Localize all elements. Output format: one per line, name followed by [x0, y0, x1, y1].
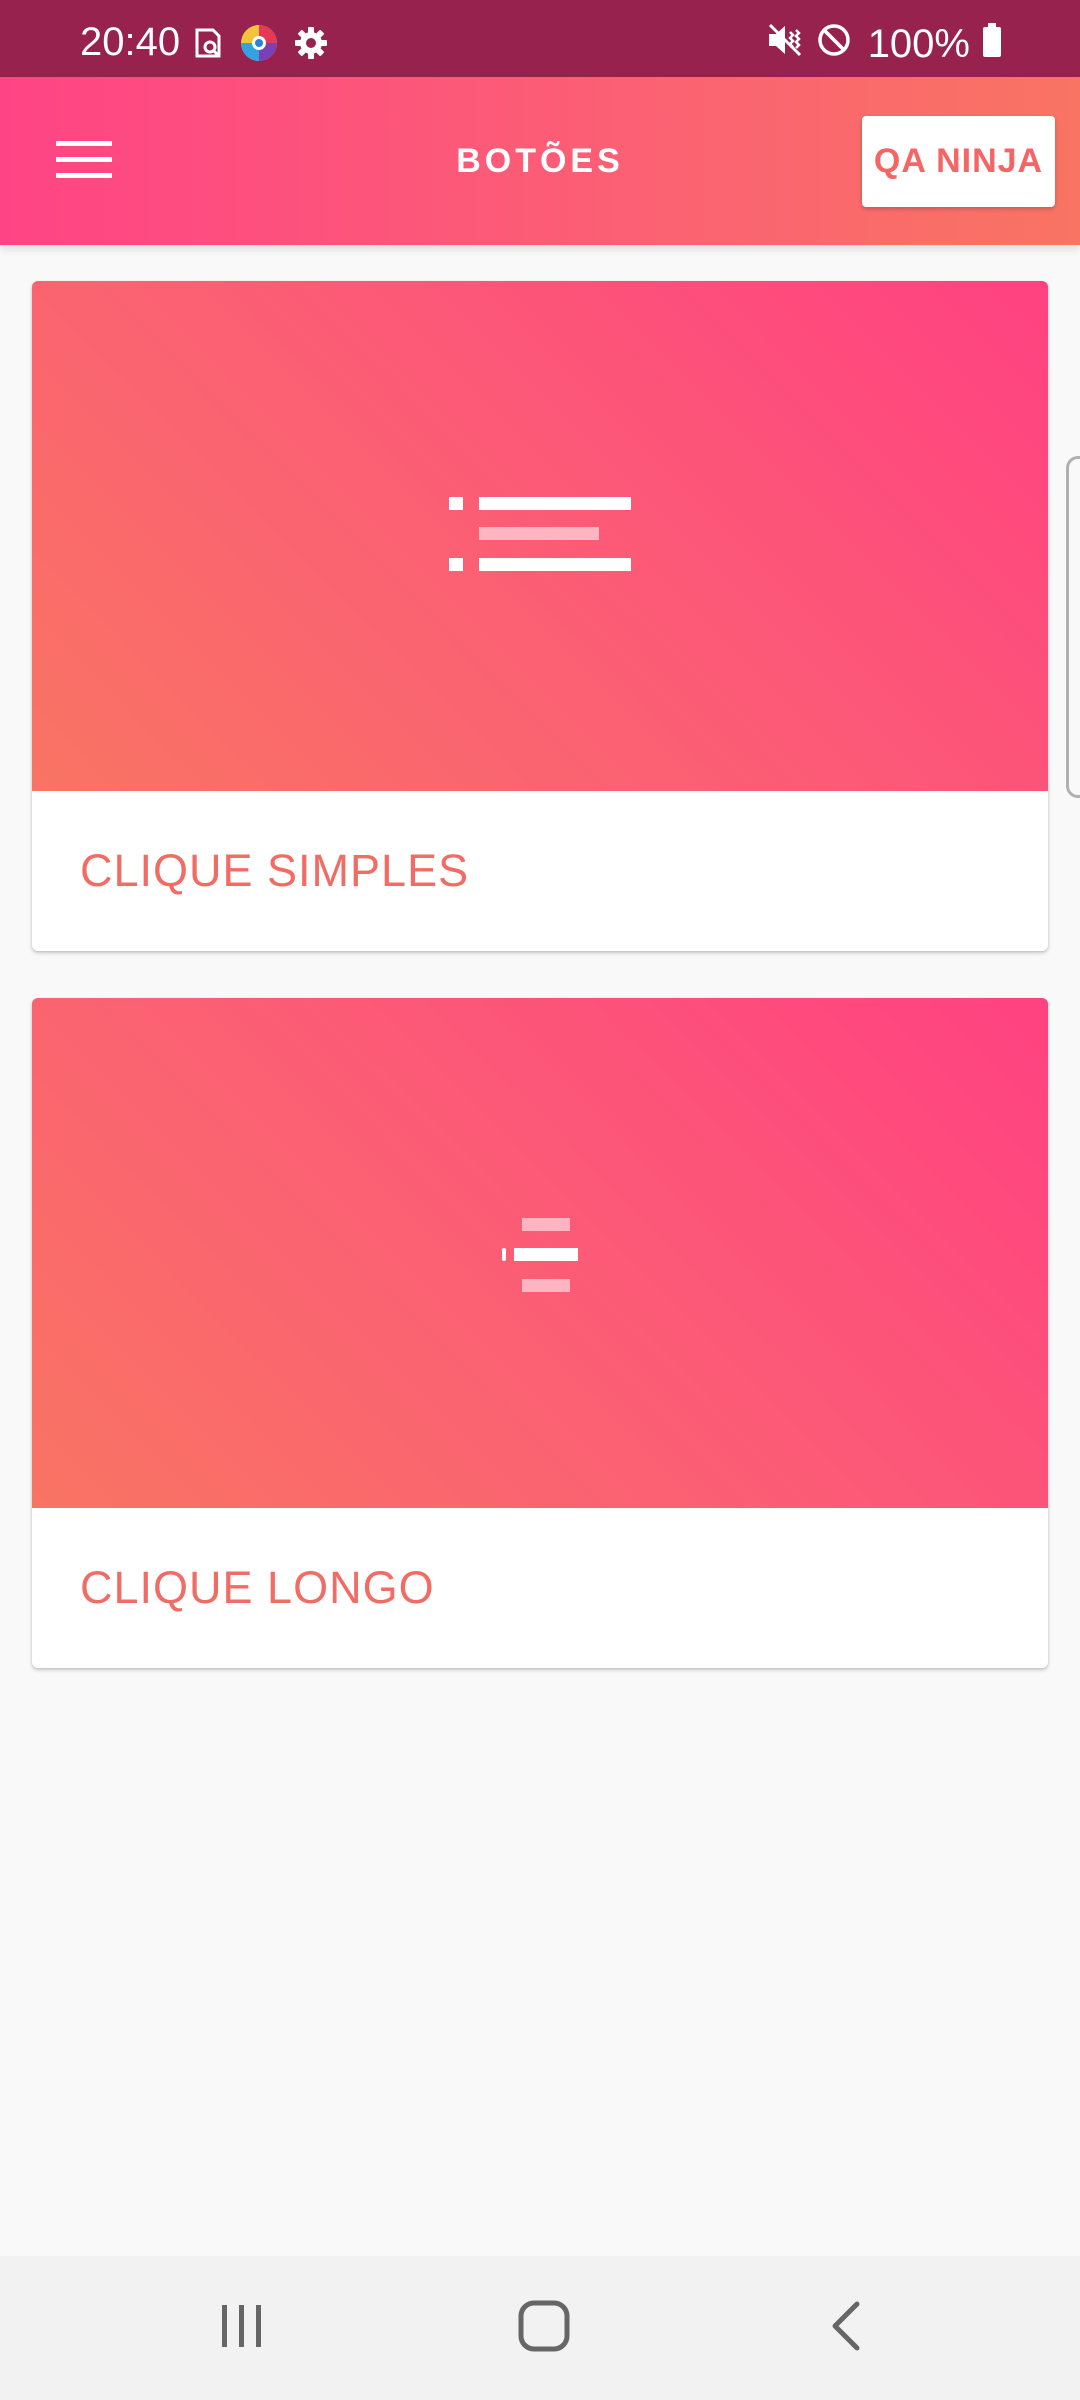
list-placeholder-icon: [502, 1218, 582, 1299]
browser-app-icon: [240, 24, 278, 67]
card-clique-simples[interactable]: CLIQUE SIMPLES: [32, 281, 1048, 951]
card-clique-longo[interactable]: CLIQUE LONGO: [32, 998, 1048, 1668]
card-label: CLIQUE LONGO: [80, 1562, 435, 1613]
status-system-icons: 100%: [766, 22, 1002, 65]
recent-apps-button[interactable]: [182, 2280, 302, 2376]
status-time: 20:40: [80, 20, 181, 64]
card-label: CLIQUE SIMPLES: [80, 845, 470, 896]
app-bar: BOTÕES QA NINJA: [0, 77, 1080, 245]
back-button[interactable]: [786, 2280, 906, 2376]
battery-icon: [982, 22, 1002, 65]
do-not-disturb-icon: [816, 22, 852, 65]
card-media: [32, 281, 1048, 791]
settings-gear-icon: [294, 26, 328, 65]
card-media: [32, 998, 1048, 1508]
home-button[interactable]: [484, 2280, 604, 2376]
battery-percent: 100%: [867, 21, 970, 66]
edge-panel-handle[interactable]: [1066, 456, 1080, 798]
list-placeholder-icon: [449, 497, 631, 578]
back-icon: [829, 2300, 863, 2357]
screen: 20:40 100% BOTÕES QA NINJA CLIQUE SIMPLE…: [0, 0, 1080, 2400]
recent-apps-icon: [219, 2303, 265, 2354]
menu-button[interactable]: [46, 129, 122, 193]
home-icon: [518, 2300, 570, 2357]
screen-search-icon: [194, 27, 224, 64]
qa-ninja-button[interactable]: QA NINJA: [862, 116, 1055, 207]
status-notification-icons: [194, 24, 328, 67]
status-bar: 20:40 100%: [0, 0, 1080, 77]
hamburger-menu-icon: [56, 139, 112, 184]
vibrate-mute-icon: [766, 22, 804, 65]
navigation-bar: [0, 2256, 1080, 2400]
